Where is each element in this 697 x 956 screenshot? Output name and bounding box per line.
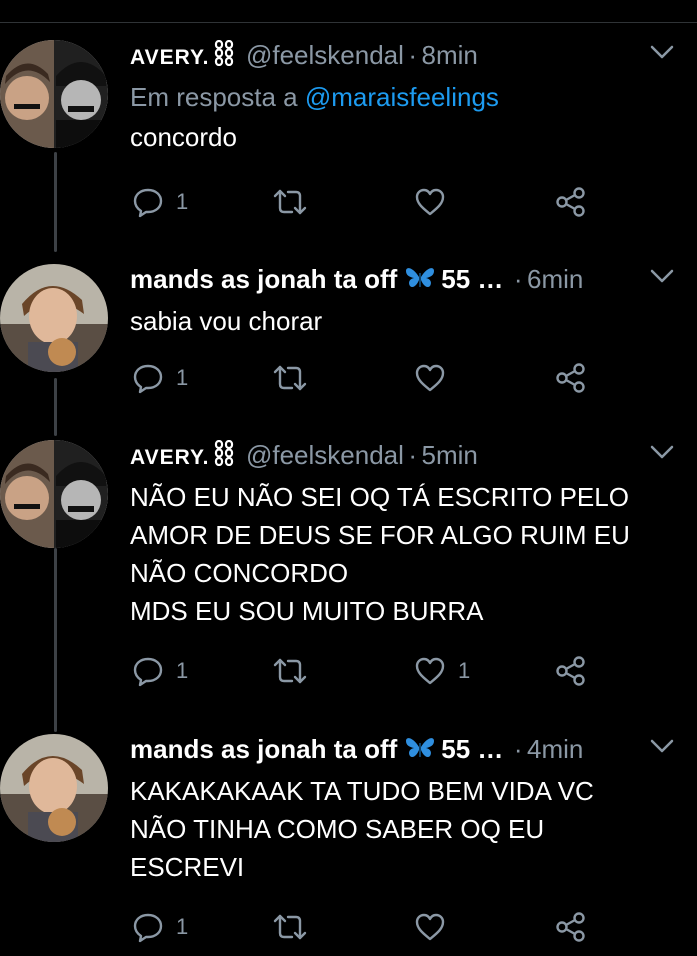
like-count: 1 <box>458 658 471 683</box>
tweet-text: sabia vou chorar <box>130 306 323 336</box>
display-name-overflow: 55 … <box>441 264 504 294</box>
avatar-image <box>0 734 108 842</box>
avatar[interactable] <box>0 440 108 548</box>
avatar-image <box>0 40 108 148</box>
retweet-icon <box>273 914 307 940</box>
timestamp[interactable]: 8min <box>422 40 478 70</box>
separator: · <box>513 264 523 294</box>
tweet-text: KAKAKAKAAK TA TUDO BEM VIDA VC NÃO TINHA… <box>130 776 594 882</box>
share-button[interactable] <box>555 651 587 691</box>
retweet-button[interactable] <box>272 358 308 398</box>
butterfly-icon <box>406 738 435 758</box>
avatar-image <box>0 264 108 372</box>
tweet-actions: 1 <box>130 182 650 222</box>
timestamp[interactable]: 5min <box>422 440 478 470</box>
share-icon <box>556 656 585 686</box>
retweet-icon <box>273 365 307 391</box>
chevron-down-icon[interactable] <box>649 266 675 286</box>
like-button[interactable] <box>414 182 458 222</box>
share-icon <box>556 363 585 393</box>
heart-icon <box>415 188 445 216</box>
share-icon <box>556 187 585 217</box>
display-name[interactable]: AVERY. <box>130 446 210 469</box>
avatar-image <box>0 440 108 548</box>
reply-count: 1 <box>176 189 189 214</box>
reply-icon <box>133 364 163 394</box>
reply-count: 1 <box>176 914 189 939</box>
display-name[interactable]: mands as jonah ta off <box>130 734 397 764</box>
reply-count: 1 <box>176 658 189 683</box>
thread-line <box>54 378 57 436</box>
tweet-actions: 1 <box>130 907 650 947</box>
display-name[interactable]: AVERY. <box>130 46 210 69</box>
share-button[interactable] <box>555 358 587 398</box>
chevron-down-icon[interactable] <box>649 736 675 756</box>
like-button[interactable] <box>414 907 458 947</box>
tweet-header: mands as jonah ta off 55 … · 6min <box>130 264 677 298</box>
retweet-icon <box>273 658 307 684</box>
separator: · <box>513 734 523 764</box>
chain-icon <box>214 40 233 66</box>
share-button[interactable] <box>555 182 587 222</box>
like-button[interactable]: 1 <box>414 651 470 691</box>
avatar[interactable] <box>0 40 108 148</box>
reply-mention-link[interactable]: @maraisfeelings <box>305 82 499 112</box>
separator: · <box>408 40 418 70</box>
display-name-overflow: 55 … <box>441 734 504 764</box>
chevron-down-icon[interactable] <box>649 42 675 62</box>
timestamp[interactable]: 4min <box>527 734 583 764</box>
reply-button[interactable]: 1 <box>132 358 188 398</box>
tweet-header: AVERY. @feelskendal · 8min <box>130 40 677 74</box>
tweet-actions: 1 1 <box>130 651 650 691</box>
tweet-actions: 1 <box>130 358 650 398</box>
reply-button[interactable]: 1 <box>132 907 188 947</box>
reply-icon <box>133 188 163 218</box>
avatar[interactable] <box>0 734 108 842</box>
tweet-text: concordo <box>130 122 237 152</box>
handle[interactable]: @feelskendal <box>246 40 404 70</box>
reply-icon <box>133 657 163 687</box>
retweet-button[interactable] <box>272 651 308 691</box>
tweet-text: NÃO EU NÃO SEI OQ TÁ ESCRITO PELO AMOR D… <box>130 482 630 626</box>
handle[interactable]: @feelskendal <box>246 440 404 470</box>
tweet-header: AVERY. @feelskendal · 5min <box>130 440 677 474</box>
heart-icon <box>415 657 445 685</box>
share-icon <box>556 912 585 942</box>
chevron-down-icon[interactable] <box>649 442 675 462</box>
thread-line <box>54 548 57 732</box>
reply-icon <box>133 913 163 943</box>
reply-count: 1 <box>176 365 189 390</box>
reply-button[interactable]: 1 <box>132 651 188 691</box>
display-name[interactable]: mands as jonah ta off <box>130 264 397 294</box>
share-button[interactable] <box>555 907 587 947</box>
retweet-icon <box>273 189 307 215</box>
avatar[interactable] <box>0 264 108 372</box>
reply-context: Em resposta a @maraisfeelings <box>130 80 677 114</box>
heart-icon <box>415 364 445 392</box>
retweet-button[interactable] <box>272 182 308 222</box>
top-divider <box>0 22 697 23</box>
retweet-button[interactable] <box>272 907 308 947</box>
thread-line <box>54 152 57 252</box>
separator: · <box>408 440 418 470</box>
like-button[interactable] <box>414 358 458 398</box>
tweet-header: mands as jonah ta off 55 … · 4min <box>130 734 677 768</box>
butterfly-icon <box>406 268 435 288</box>
reply-button[interactable]: 1 <box>132 182 188 222</box>
heart-icon <box>415 913 445 941</box>
reply-prefix: Em resposta a <box>130 82 298 112</box>
chain-icon <box>214 440 233 466</box>
timestamp[interactable]: 6min <box>527 264 583 294</box>
